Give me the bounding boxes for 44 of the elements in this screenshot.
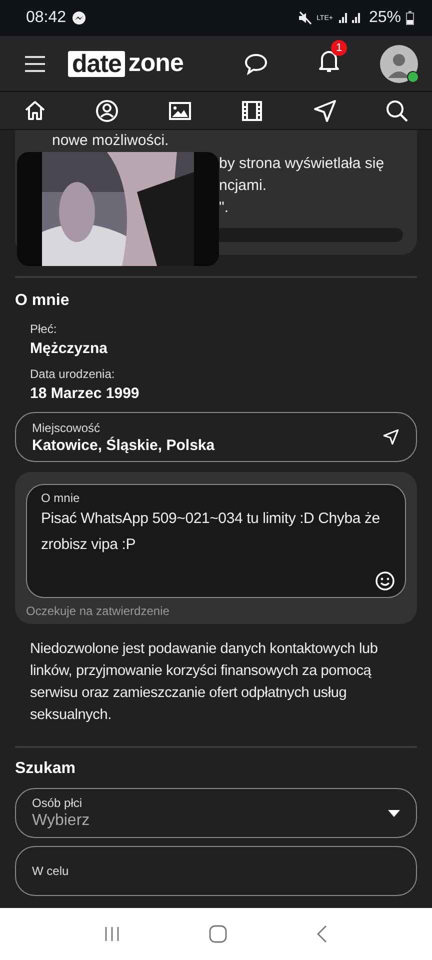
- fact-label: Płeć:: [30, 322, 57, 336]
- field-label: Miejscowość: [32, 420, 100, 434]
- battery-icon: [406, 11, 414, 25]
- notice-text: nowe możliwości.: [52, 132, 169, 149]
- section-title: O mnie: [15, 292, 70, 310]
- clock: 08:42: [26, 9, 66, 27]
- field-value: Pisać WhatsApp 509~021~034 tu limity :D Chyba że zrobisz vipa :P: [41, 509, 381, 555]
- menu-icon[interactable]: [24, 54, 46, 72]
- location-arrow-icon[interactable]: [312, 98, 338, 124]
- location-field[interactable]: Miejscowość Katowice, Śląskie, Polska: [15, 412, 417, 462]
- notice-text: ".: [219, 198, 228, 218]
- notice-text: ncjami.: [219, 176, 267, 196]
- recent-apps-icon[interactable]: [104, 926, 120, 942]
- profile-icon[interactable]: [94, 98, 120, 124]
- fact-value: 18 Marzec 1999: [30, 385, 140, 402]
- select-field[interactable]: Osób płci Wybierz: [15, 788, 417, 838]
- select-field[interactable]: W celu: [15, 846, 417, 896]
- avatar[interactable]: [380, 44, 418, 82]
- chat-bubble-icon[interactable]: [244, 52, 268, 74]
- fact-value: Mężczyzna: [30, 340, 108, 357]
- fact-label: Data urodzenia:: [30, 367, 115, 381]
- home-button-icon[interactable]: [208, 925, 227, 943]
- field-label: W celu: [32, 864, 69, 878]
- logo-text[interactable]: date: [68, 50, 126, 76]
- battery-level: 25%: [368, 9, 401, 27]
- field-label: O mnie: [41, 491, 80, 505]
- section-title: Szukam: [15, 760, 76, 778]
- emoji-icon[interactable]: [375, 571, 395, 591]
- helper-text: Oczekuje na zatwierdzenie: [26, 604, 170, 618]
- notice-text: by strona wyświetlała się: [219, 154, 384, 174]
- about-text-area[interactable]: O mnie Pisać WhatsApp 509~021~034 tu limity :D Chyba że zrobisz vipa :P: [26, 484, 406, 598]
- field-label: Osób płci: [32, 796, 82, 810]
- caret-icon: [388, 810, 400, 816]
- back-icon[interactable]: [316, 925, 328, 943]
- rules-note: Niedozwolone jest podawanie danych kontaktowych lub linków, przyjmowanie korzyści finansowych za pomocą serwisu oraz zamieszczanie ofert odpłatnych usług seksualnych.: [29, 640, 379, 725]
- field-value: Katowice, Śląskie, Polska: [32, 436, 215, 454]
- search-icon[interactable]: [384, 98, 410, 124]
- location-arrow-icon: [382, 428, 400, 446]
- messenger-icon: [72, 11, 86, 25]
- placeholder: Wybierz: [32, 812, 90, 830]
- bell-icon[interactable]: [318, 49, 340, 73]
- logo-text[interactable]: zone: [128, 49, 184, 78]
- notification-badge: 1: [331, 40, 347, 56]
- mute-icon: [298, 11, 312, 25]
